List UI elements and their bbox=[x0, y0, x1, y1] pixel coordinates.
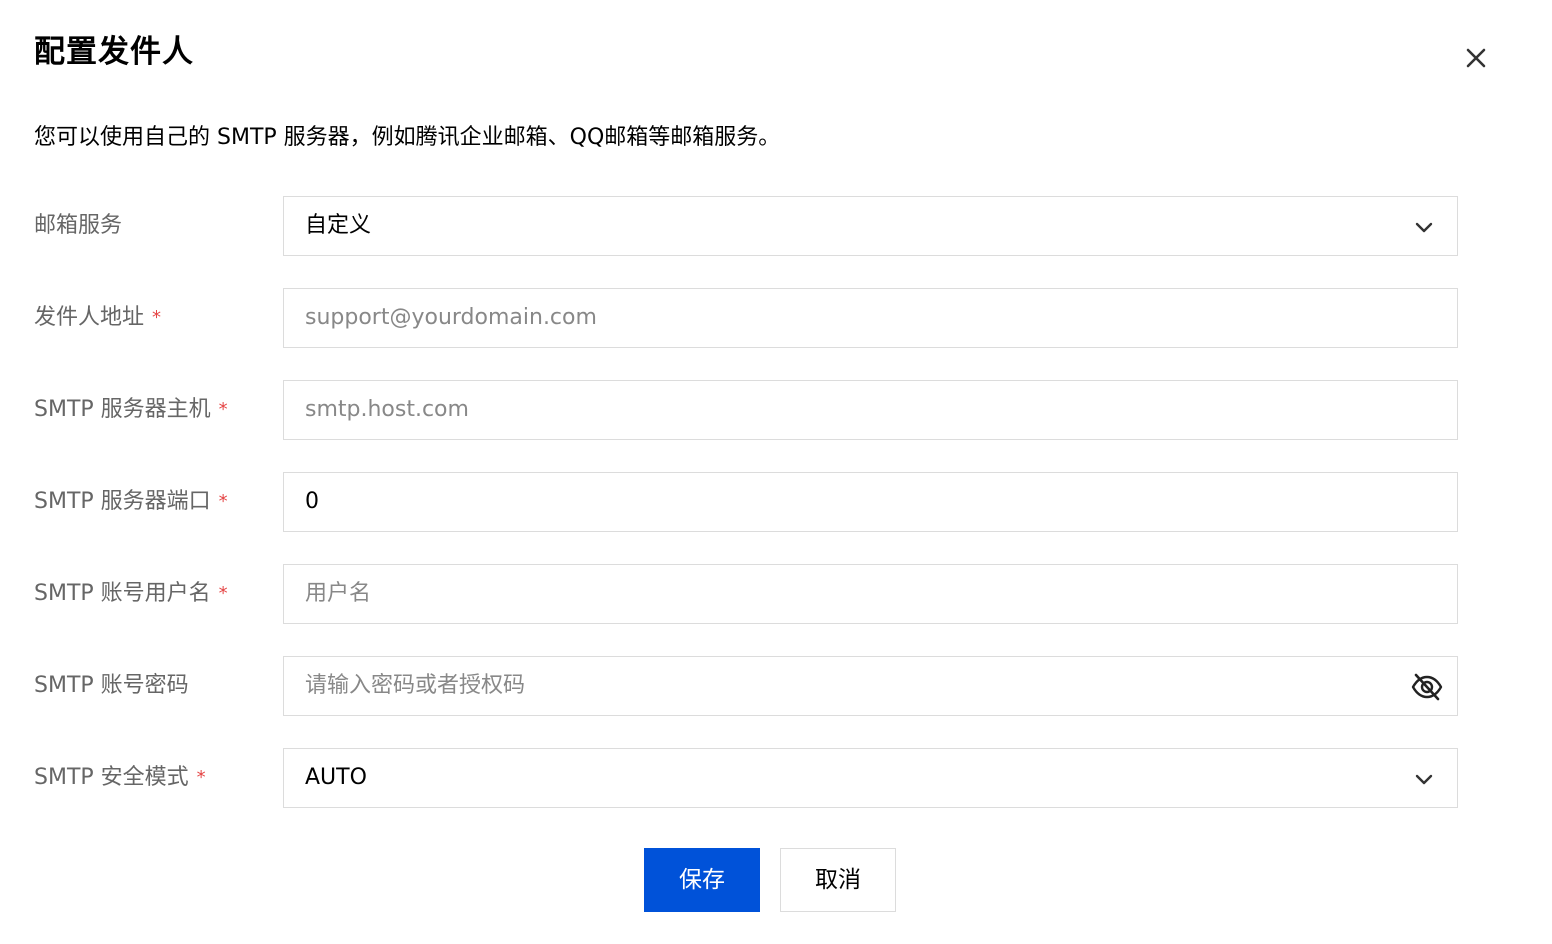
save-button[interactable]: 保存 bbox=[644, 848, 760, 912]
chevron-down-icon bbox=[1415, 774, 1433, 785]
sender-address-input[interactable]: support@yourdomain.com bbox=[283, 288, 1458, 348]
smtp-username-label: SMTP 账号用户名 * bbox=[34, 564, 228, 624]
sender-address-row: 发件人地址 * support@yourdomain.com bbox=[0, 288, 1552, 348]
configure-sender-dialog: 配置发件人 您可以使用自己的 SMTP 服务器，例如腾讯企业邮箱、QQ邮箱等邮箱… bbox=[0, 0, 1552, 944]
smtp-security-value: AUTO bbox=[305, 765, 367, 790]
sender-address-label: 发件人地址 * bbox=[34, 288, 161, 348]
smtp-security-select[interactable]: AUTO bbox=[283, 748, 1458, 808]
close-button[interactable] bbox=[1460, 42, 1492, 74]
mail-service-value: 自定义 bbox=[305, 213, 372, 238]
smtp-host-row: SMTP 服务器主机 * smtp.host.com bbox=[0, 380, 1552, 440]
smtp-username-label-text: SMTP 账号用户名 bbox=[34, 581, 211, 606]
sender-address-placeholder: support@yourdomain.com bbox=[305, 305, 597, 330]
smtp-username-row: SMTP 账号用户名 * 用户名 bbox=[0, 564, 1552, 624]
smtp-security-label: SMTP 安全模式 * bbox=[34, 748, 206, 808]
smtp-port-row: SMTP 服务器端口 * 0 bbox=[0, 472, 1552, 532]
smtp-password-placeholder: 请输入密码或者授权码 bbox=[305, 673, 526, 698]
smtp-username-input[interactable]: 用户名 bbox=[283, 564, 1458, 624]
smtp-port-value: 0 bbox=[305, 489, 319, 514]
sender-address-label-text: 发件人地址 bbox=[34, 305, 145, 330]
smtp-username-placeholder: 用户名 bbox=[305, 581, 372, 606]
mail-service-label: 邮箱服务 bbox=[34, 196, 122, 256]
smtp-security-row: SMTP 安全模式 * AUTO bbox=[0, 748, 1552, 808]
eye-off-icon[interactable] bbox=[1409, 669, 1445, 705]
mail-service-label-text: 邮箱服务 bbox=[34, 213, 123, 238]
dialog-description: 您可以使用自己的 SMTP 服务器，例如腾讯企业邮箱、QQ邮箱等邮箱服务。 bbox=[34, 125, 781, 150]
required-mark: * bbox=[196, 767, 206, 788]
required-mark: * bbox=[218, 491, 228, 512]
smtp-host-label: SMTP 服务器主机 * bbox=[34, 380, 228, 440]
cancel-button[interactable]: 取消 bbox=[780, 848, 896, 912]
smtp-password-label: SMTP 账号密码 bbox=[34, 656, 189, 716]
smtp-port-label-text: SMTP 服务器端口 bbox=[34, 489, 211, 514]
required-mark: * bbox=[152, 307, 162, 328]
mail-service-select[interactable]: 自定义 bbox=[283, 196, 1458, 256]
smtp-password-input[interactable]: 请输入密码或者授权码 bbox=[283, 656, 1458, 716]
required-mark: * bbox=[218, 583, 228, 604]
smtp-security-label-text: SMTP 安全模式 bbox=[34, 765, 189, 790]
smtp-password-row: SMTP 账号密码 请输入密码或者授权码 bbox=[0, 656, 1552, 716]
smtp-host-placeholder: smtp.host.com bbox=[305, 397, 469, 422]
smtp-host-input[interactable]: smtp.host.com bbox=[283, 380, 1458, 440]
dialog-title: 配置发件人 bbox=[34, 34, 194, 70]
smtp-port-input[interactable]: 0 bbox=[283, 472, 1458, 532]
chevron-down-icon bbox=[1415, 222, 1433, 233]
smtp-password-label-text: SMTP 账号密码 bbox=[34, 673, 189, 698]
close-icon bbox=[1466, 48, 1486, 68]
smtp-host-label-text: SMTP 服务器主机 bbox=[34, 397, 211, 422]
required-mark: * bbox=[218, 399, 228, 420]
smtp-port-label: SMTP 服务器端口 * bbox=[34, 472, 228, 532]
mail-service-row: 邮箱服务 自定义 bbox=[0, 196, 1552, 256]
